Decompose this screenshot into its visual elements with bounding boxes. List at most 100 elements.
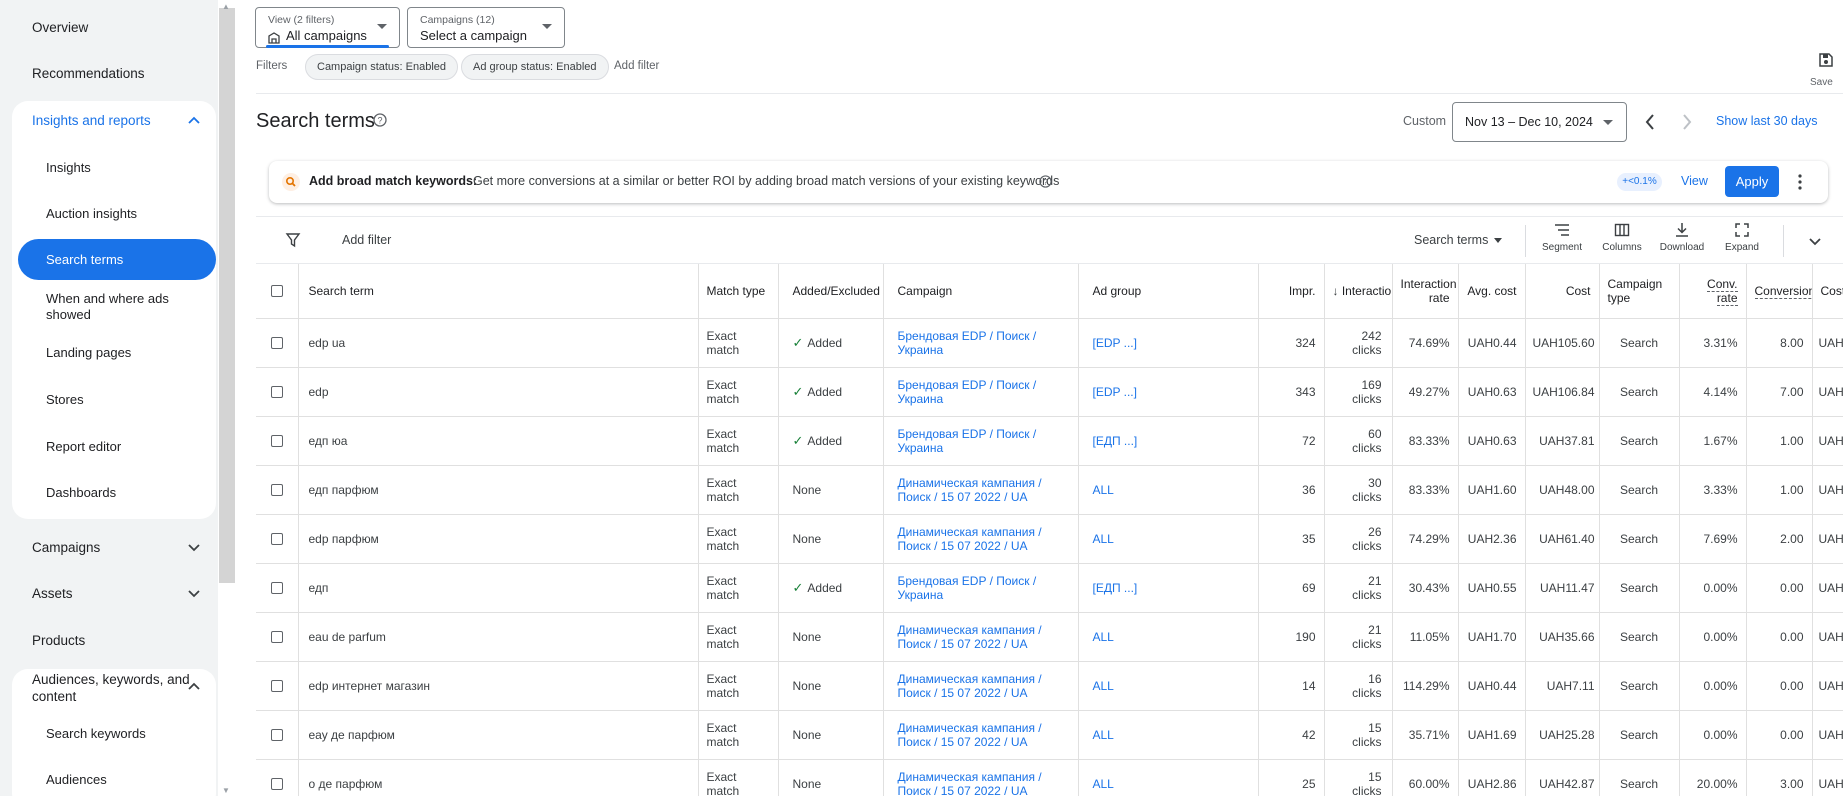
row-checkbox-cell[interactable] [256, 514, 299, 564]
campaign-link[interactable]: Брендовая EDP / Поиск / Украина [898, 574, 1037, 602]
date-range-picker[interactable]: Nov 13 – Dec 10, 2024 [1452, 102, 1627, 142]
expand-button[interactable]: Expand [1715, 222, 1769, 262]
campaign-selector[interactable]: Campaigns (12) Select a campaign [407, 7, 565, 48]
checkbox[interactable] [270, 385, 283, 398]
checkbox[interactable] [270, 581, 283, 594]
chevron-up-icon[interactable] [186, 113, 202, 129]
col-cost-per-conv[interactable]: Cost / conv. [1812, 264, 1843, 319]
ad-group-cell[interactable]: ALL [1078, 710, 1259, 760]
insights-group-toggle[interactable]: Insights and reports [32, 113, 151, 128]
added-excluded-cell[interactable]: ✓ Added [778, 318, 884, 368]
ad-group-cell[interactable]: ALL [1078, 465, 1259, 515]
checkbox[interactable] [270, 483, 283, 496]
campaign-link[interactable]: Динамическая кампания / Поиск / 15 07 20… [898, 476, 1042, 504]
col-added-excluded[interactable]: Added/Excluded [778, 264, 884, 319]
audiences-group-toggle[interactable]: Audiences, keywords, and content [32, 671, 192, 705]
chevron-right-icon[interactable] [1678, 111, 1696, 133]
col-ad-group[interactable]: Ad group [1078, 264, 1259, 319]
campaign-link[interactable]: Динамическая кампания / Поиск / 15 07 20… [898, 672, 1042, 700]
help-icon[interactable]: ? [373, 113, 387, 127]
table-row[interactable]: edp парфюм Exact match None Динамическая ка… [256, 514, 1843, 564]
added-excluded-cell[interactable]: None [778, 612, 884, 662]
campaign-cell[interactable]: Динамическая кампания / Поиск / 15 07 20… [883, 759, 1079, 796]
nav-dashboards[interactable]: Dashboards [46, 485, 211, 501]
add-filter-link[interactable]: Add filter [614, 60, 659, 72]
campaign-link[interactable]: Брендовая EDP / Поиск / Украина [898, 427, 1037, 455]
campaign-cell[interactable]: Динамическая кампания / Поиск / 15 07 20… [883, 612, 1079, 662]
table-row[interactable]: еау де парфюм Exact match None Динамическая… [256, 710, 1843, 760]
ad-group-cell[interactable]: [EDP ...] [1078, 318, 1259, 368]
campaign-cell[interactable]: Динамическая кампания / Поиск / 15 07 20… [883, 661, 1079, 711]
campaign-cell[interactable]: Динамическая кампания / Поиск / 15 07 20… [883, 514, 1079, 564]
added-excluded-cell[interactable]: None [778, 465, 884, 515]
nav-stores[interactable]: Stores [46, 392, 211, 408]
table-row[interactable]: едп парфюм Exact match None Динамическая ка… [256, 465, 1843, 515]
table-row[interactable]: едп Exact match ✓ Added Брендовая EDP / Поис… [256, 563, 1843, 613]
campaign-cell[interactable]: Динамическая кампания / Поиск / 15 07 20… [883, 465, 1079, 515]
checkbox[interactable] [270, 630, 283, 643]
nav-recommendations[interactable]: Recommendations [32, 66, 145, 81]
checkbox[interactable] [270, 336, 283, 349]
added-excluded-cell[interactable]: ✓ Added [778, 367, 884, 417]
table-row[interactable]: edp Exact match ✓ Added Брендовая EDP / Поис… [256, 367, 1843, 417]
nav-landing-pages[interactable]: Landing pages [46, 345, 211, 361]
filter-icon[interactable] [285, 232, 301, 248]
campaign-cell[interactable]: Брендовая EDP / Поиск / Украина [883, 416, 1079, 466]
row-checkbox-cell[interactable] [256, 318, 299, 368]
col-match-type[interactable]: Match type [698, 264, 779, 319]
filter-chip-campaign-status[interactable]: Campaign status: Enabled [305, 54, 459, 80]
nav-search-terms[interactable]: Search terms [18, 239, 216, 280]
nav-when-where[interactable]: When and where ads showed [46, 291, 211, 323]
col-campaign[interactable]: Campaign [883, 264, 1079, 319]
save-button[interactable]: Save [1808, 52, 1843, 92]
nav-overview[interactable]: Overview [32, 20, 88, 35]
ad-group-cell[interactable]: [EDP ...] [1078, 367, 1259, 417]
col-search-term[interactable]: Search term [298, 264, 699, 319]
table-row[interactable]: едп юа Exact match ✓ Added Брендовая EDP / П… [256, 416, 1843, 466]
campaign-cell[interactable]: Брендовая EDP / Поиск / Украина [883, 563, 1079, 613]
added-excluded-cell[interactable]: ✓ Added [778, 416, 884, 466]
row-checkbox-cell[interactable] [256, 367, 299, 417]
campaign-cell[interactable]: Динамическая кампания / Поиск / 15 07 20… [883, 710, 1079, 760]
checkbox[interactable] [270, 532, 283, 545]
chevron-left-icon[interactable] [1641, 111, 1659, 133]
checkbox[interactable] [270, 284, 283, 297]
ad-group-link[interactable]: ALL [1093, 728, 1114, 742]
col-interactions[interactable]: ↓ Interactions [1324, 264, 1393, 319]
campaign-link[interactable]: Динамическая кампания / Поиск / 15 07 20… [898, 623, 1042, 651]
added-excluded-cell[interactable]: None [778, 661, 884, 711]
campaign-link[interactable]: Брендовая EDP / Поиск / Украина [898, 329, 1037, 357]
col-interaction-rate[interactable]: Interaction rate [1392, 264, 1459, 319]
added-excluded-cell[interactable]: None [778, 710, 884, 760]
added-excluded-cell[interactable]: None [778, 514, 884, 564]
col-impressions[interactable]: Impr. [1258, 264, 1325, 319]
table-row[interactable]: eau de parfum Exact match None Динамическая… [256, 612, 1843, 662]
ad-group-link[interactable]: ALL [1093, 483, 1114, 497]
row-checkbox-cell[interactable] [256, 759, 299, 796]
campaign-link[interactable]: Брендовая EDP / Поиск / Украина [898, 378, 1037, 406]
row-checkbox-cell[interactable] [256, 661, 299, 711]
ad-group-link[interactable]: ALL [1093, 532, 1114, 546]
col-conversions[interactable]: Conversions [1746, 264, 1813, 319]
nav-products[interactable]: Products [32, 633, 85, 648]
campaign-link[interactable]: Динамическая кампания / Поиск / 15 07 20… [898, 525, 1042, 553]
chevron-down-icon[interactable] [186, 585, 202, 601]
chevron-up-icon[interactable] [186, 679, 202, 695]
sidebar-scroll-thumb[interactable] [219, 8, 235, 583]
table-row[interactable]: edp ua Exact match ✓ Added Брендовая EDP / П… [256, 318, 1843, 368]
checkbox[interactable] [270, 434, 283, 447]
ad-group-link[interactable]: [ЕДП ...] [1093, 434, 1138, 448]
col-campaign-type[interactable]: Campaign type [1599, 264, 1680, 319]
scroll-down-icon[interactable]: ▼ [222, 786, 230, 795]
checkbox[interactable] [270, 777, 283, 790]
help-icon[interactable]: ? [1039, 175, 1052, 188]
ad-group-cell[interactable]: ALL [1078, 661, 1259, 711]
show-last-30-days-link[interactable]: Show last 30 days [1716, 114, 1817, 128]
ad-group-link[interactable]: [ЕДП ...] [1093, 581, 1138, 595]
ad-group-link[interactable]: ALL [1093, 630, 1114, 644]
nav-audiences[interactable]: Audiences [46, 772, 211, 788]
ad-group-cell[interactable]: ALL [1078, 514, 1259, 564]
more-vert-icon[interactable] [1797, 173, 1803, 191]
table-row[interactable]: о де парфюм Exact match None Динамическая к… [256, 759, 1843, 796]
select-all-checkbox[interactable] [256, 264, 299, 319]
